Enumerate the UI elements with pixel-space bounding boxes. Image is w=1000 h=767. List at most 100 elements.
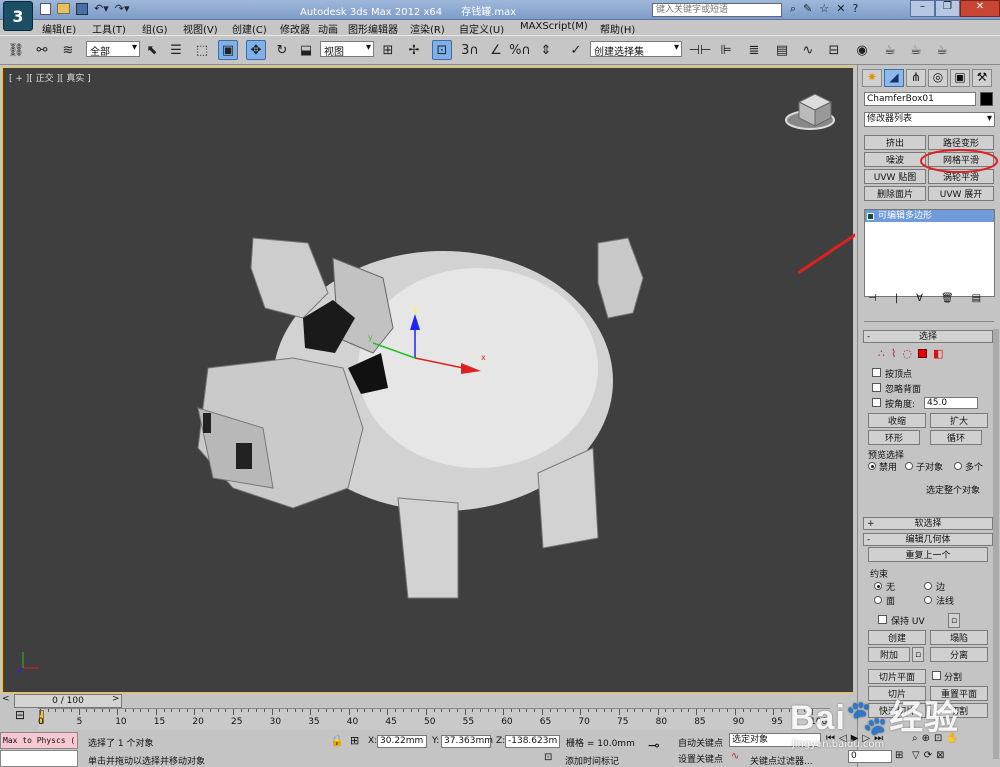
edge-icon[interactable]: ⌇ (891, 347, 896, 360)
object-color-swatch[interactable] (980, 92, 993, 106)
layer-manager-icon[interactable]: ≣ (744, 40, 764, 60)
keyboard-shortcut-icon[interactable]: ⊡ (432, 40, 452, 60)
preserve-uv-settings-icon[interactable]: ▫ (948, 613, 960, 628)
select-by-name-icon[interactable]: ☰ (166, 40, 186, 60)
motion-tab-icon[interactable]: ◎ (928, 69, 948, 87)
menu-customize[interactable]: 自定义(U) (459, 21, 504, 36)
constraint-none-radio[interactable] (874, 582, 882, 590)
undo-icon[interactable]: ↶▾ (94, 3, 109, 15)
modifier-list-dropdown[interactable]: 修改器列表 (864, 112, 995, 127)
ignore-backfacing-checkbox[interactable] (872, 383, 881, 392)
shrink-button[interactable]: 收缩 (868, 413, 926, 428)
render-production-icon[interactable]: ☕ (932, 40, 952, 60)
minimize-button[interactable]: – (910, 0, 935, 17)
remove-modifier-icon[interactable]: 🗑 (941, 293, 954, 304)
timeline-track[interactable]: 0 5 10 15 20 25 30 35 40 45 50 55 60 65 70 75 80 85 90 95 10… (38, 708, 830, 730)
select-move-icon[interactable]: ✥ (246, 40, 266, 60)
ref-coord-dropdown[interactable]: 视图 (320, 41, 374, 57)
modifier-stack[interactable]: 可编辑多边形 (864, 209, 995, 297)
constraint-face-radio[interactable] (874, 596, 882, 604)
menu-modifiers[interactable]: 修改器 (280, 21, 310, 36)
create-tab-icon[interactable]: ✷ (862, 69, 882, 87)
add-time-tag[interactable]: 添加时间标记 (565, 754, 619, 767)
auto-key-button[interactable]: 自动关键点 (678, 736, 723, 749)
menu-animation[interactable]: 动画 (318, 21, 338, 36)
menu-tools[interactable]: 工具(T) (92, 21, 126, 36)
search-input[interactable]: 键入关键字或短语 (652, 3, 782, 17)
pivot-center-icon[interactable]: ⊞ (378, 40, 398, 60)
current-frame-field[interactable]: 0 (848, 750, 892, 763)
rendered-frame-icon[interactable]: ☕ (906, 40, 926, 60)
ring-button[interactable]: 环形 (868, 430, 920, 445)
mini-curve-editor-icon[interactable]: ⊟ (6, 708, 34, 724)
split-checkbox[interactable] (932, 671, 941, 680)
hierarchy-tab-icon[interactable]: ⋔ (906, 69, 926, 87)
mod-unwrapuvw-button[interactable]: UVW 展开 (928, 186, 994, 201)
maximize-viewport-icon[interactable]: ⊠ (936, 750, 944, 761)
prev-frame-icon[interactable]: < (2, 694, 10, 704)
x-coordinate-field[interactable]: 30.22mm (377, 735, 427, 748)
time-tag-icon[interactable]: ⊡ (544, 752, 552, 763)
unlink-icon[interactable]: ⚯ (32, 40, 52, 60)
select-rotate-icon[interactable]: ↻ (272, 40, 292, 60)
border-icon[interactable]: ◌ (902, 347, 912, 360)
bind-spacewarp-icon[interactable]: ≋ (58, 40, 78, 60)
angle-snap-icon[interactable]: ∠ (486, 40, 506, 60)
menu-group[interactable]: 组(G) (142, 21, 168, 36)
next-frame-icon[interactable]: > (112, 694, 120, 704)
select-link-icon[interactable]: ⛓ (6, 40, 26, 60)
select-scale-icon[interactable]: ⬓ (296, 40, 316, 60)
rect-selection-icon[interactable]: ⬚ (192, 40, 212, 60)
material-editor-icon[interactable]: ◉ (852, 40, 872, 60)
detach-button[interactable]: 分离 (930, 647, 988, 662)
menu-help[interactable]: 帮助(H) (600, 21, 635, 36)
time-config-icon[interactable]: ⊞ (895, 750, 903, 761)
configure-sets-icon[interactable]: ▤ (972, 293, 981, 304)
preview-off-radio[interactable] (868, 462, 876, 470)
edit-geometry-rollout-header[interactable]: - 编辑几何体 (863, 533, 993, 546)
menu-create[interactable]: 创建(C) (232, 21, 267, 36)
soft-selection-rollout-header[interactable]: + 软选择 (863, 517, 993, 530)
close-button[interactable]: ✕ (960, 0, 1000, 17)
absolute-mode-icon[interactable]: ⊞ (350, 734, 359, 747)
collapse-button[interactable]: 塌陷 (930, 630, 988, 645)
mirror-icon[interactable]: ⊣⊢ (689, 40, 712, 60)
window-crossing-icon[interactable]: ▣ (218, 40, 238, 60)
pin-stack-icon[interactable]: ⊣ (868, 293, 877, 304)
star-icon[interactable]: ☆ (819, 2, 829, 16)
menu-rendering[interactable]: 渲染(R) (410, 21, 445, 36)
menu-edit[interactable]: 编辑(E) (42, 21, 76, 36)
repeat-last-button[interactable]: 重复上一个 (868, 547, 988, 562)
loop-button[interactable]: 循环 (930, 430, 982, 445)
polygon-icon[interactable] (917, 349, 927, 358)
time-slider[interactable]: 0 / 100 (14, 694, 122, 708)
edit-named-sel-icon[interactable]: ✓ (566, 40, 586, 60)
grow-button[interactable]: 扩大 (930, 413, 988, 428)
by-vertex-checkbox[interactable] (872, 368, 881, 377)
preserve-uv-checkbox[interactable] (878, 615, 887, 624)
attach-button[interactable]: 附加 (868, 647, 910, 662)
stack-item-toggle-icon[interactable] (867, 212, 874, 220)
by-angle-checkbox[interactable] (872, 398, 881, 407)
create-button[interactable]: 创建 (868, 630, 926, 645)
piggy-bank-model[interactable] (197, 237, 644, 599)
preview-multi-radio[interactable] (954, 462, 962, 470)
schematic-view-icon[interactable]: ⊟ (824, 40, 844, 60)
menu-views[interactable]: 视图(V) (183, 21, 218, 36)
curve-editor-icon[interactable]: ∿ (798, 40, 818, 60)
redo-icon[interactable]: ↷▾ (115, 3, 130, 15)
modify-tab-icon[interactable]: ◢ (884, 69, 904, 87)
mod-deletepatch-button[interactable]: 删除面片 (864, 186, 926, 201)
new-file-icon[interactable] (40, 3, 51, 15)
panel-scrollbar[interactable] (993, 329, 999, 759)
manipulate-icon[interactable]: ✢ (404, 40, 424, 60)
lock-selection-icon[interactable]: 🔒 (330, 734, 344, 747)
spinner-snap-icon[interactable]: ⇕ (536, 40, 556, 60)
display-tab-icon[interactable]: ▣ (950, 69, 970, 87)
selection-filter-dropdown[interactable]: 全部 (86, 41, 140, 57)
y-coordinate-field[interactable]: 37.363mm (441, 735, 493, 748)
select-object-icon[interactable]: ⬉ (142, 40, 162, 60)
graphite-ribbon-icon[interactable]: ▤ (772, 40, 792, 60)
angle-spinner[interactable]: 45.0 (924, 397, 978, 409)
tools-icon[interactable]: ✎ (803, 2, 812, 16)
